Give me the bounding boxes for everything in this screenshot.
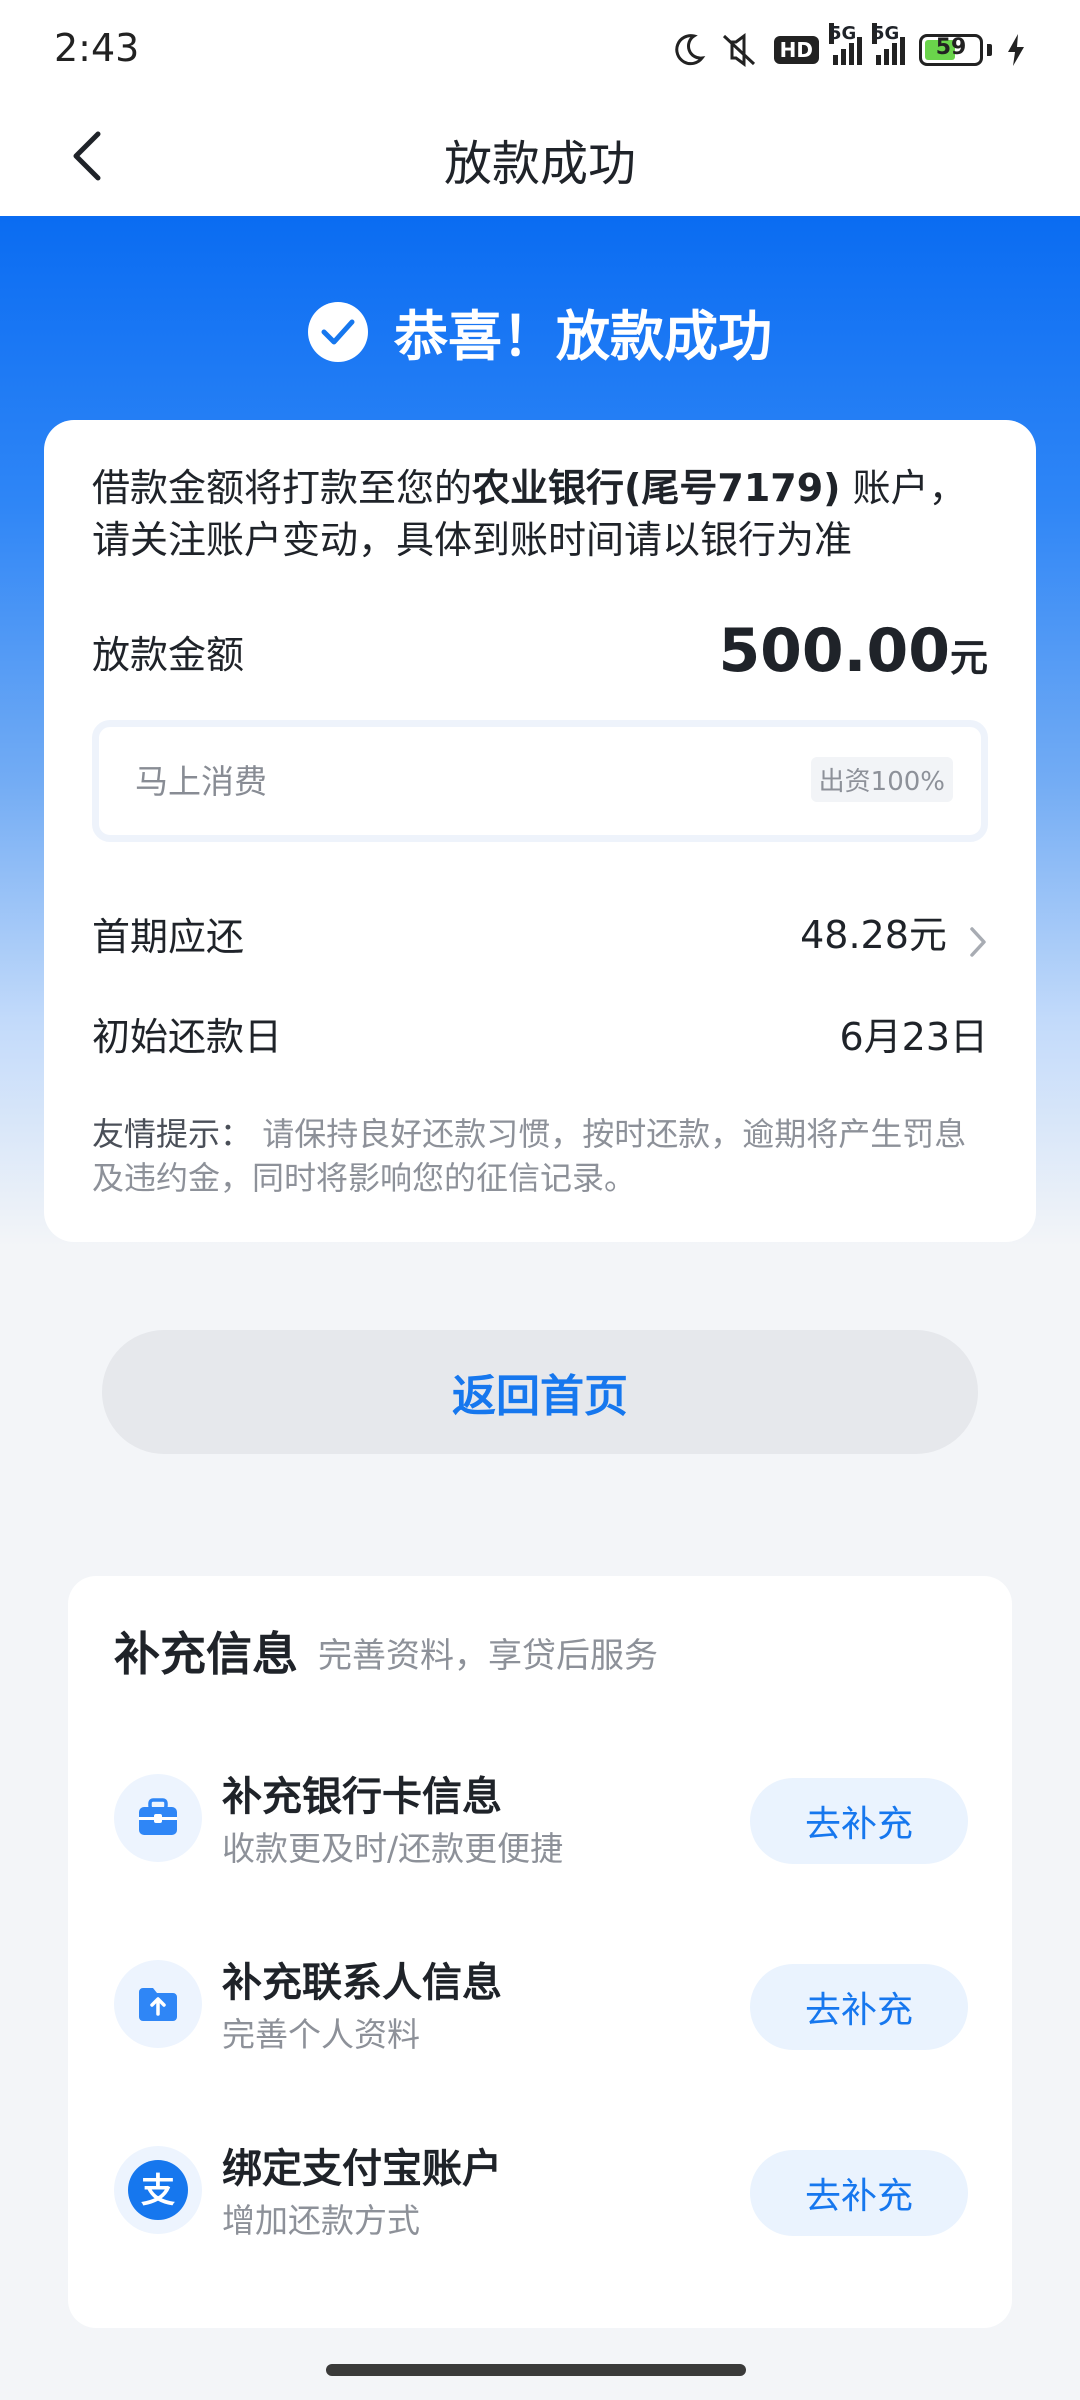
amount-row: 放款金额 500.00元 — [92, 616, 988, 686]
lender-share-badge: 出资100% — [810, 757, 953, 802]
mute-icon — [720, 32, 760, 68]
chevron-right-icon — [968, 925, 988, 963]
return-home-button[interactable]: 返回首页 — [102, 1330, 978, 1454]
home-indicator[interactable] — [326, 2364, 746, 2376]
start-date-row: 初始还款日 6月23日 — [92, 1006, 988, 1061]
network-label-1: 5G — [829, 23, 857, 44]
loan-summary-card: 借款金额将打款至您的农业银行(尾号7179) 账户，请关注账户变动，具体到账时间… — [44, 420, 1036, 1242]
start-date-value: 6月23日 — [839, 1015, 988, 1059]
battery-icon: 59 — [919, 34, 983, 66]
list-item-contact: 补充联系人信息 完善个人资料 去补充 — [114, 1948, 968, 2058]
add-bank-card-button[interactable]: 去补充 — [750, 1778, 968, 1864]
moon-icon — [670, 32, 706, 68]
battery-tip — [987, 44, 992, 56]
battery-level: 59 — [935, 35, 967, 60]
alipay-icon: 支 — [114, 2146, 202, 2234]
svg-text:支: 支 — [141, 2171, 175, 2211]
status-icons: HD 5G 5G 59 — [670, 23, 1026, 72]
hd-icon: HD — [773, 36, 819, 64]
tip-label: 友情提示： — [92, 1115, 253, 1153]
start-date-label: 初始还款日 — [92, 1015, 283, 1059]
lender-box: 马上消费 出资100% — [92, 720, 988, 842]
list-item-bank-card: 补充银行卡信息 收款更及时/还款更便捷 去补充 — [114, 1762, 968, 1872]
item-desc: 收款更及时/还款更便捷 — [222, 1829, 564, 1868]
extra-info-subtitle: 完善资料，享贷后服务 — [318, 1636, 658, 1676]
friendly-tip: 友情提示： 请保持良好还款习惯，按时还款，逾期将产生罚息及违约金，同时将影响您的… — [92, 1112, 988, 1200]
item-title: 补充银行卡信息 — [222, 1774, 502, 1820]
amount-display: 500.00元 — [718, 616, 988, 686]
bind-alipay-button[interactable]: 去补充 — [750, 2150, 968, 2236]
first-repayment-row[interactable]: 首期应还 48.28元 — [92, 904, 988, 963]
status-bar: 2:43 HD 5G 5G 59 — [0, 0, 1080, 100]
charging-icon — [1006, 34, 1026, 66]
list-item-alipay: 支 绑定支付宝账户 增加还款方式 去补充 — [114, 2134, 968, 2244]
success-header: 恭喜！放款成功 — [0, 292, 1080, 371]
item-title: 补充联系人信息 — [222, 1960, 502, 2006]
notice-text-pre: 借款金额将打款至您的 — [92, 466, 473, 510]
first-repay-value: 48.28元 — [800, 913, 947, 957]
briefcase-icon — [114, 1774, 202, 1862]
page-title: 放款成功 — [443, 136, 636, 192]
first-repay-display: 48.28元 — [800, 904, 988, 963]
extra-info-title: 补充信息 — [114, 1627, 298, 1681]
notice-bank: 农业银行(尾号7179) — [472, 466, 841, 510]
first-repay-label: 首期应还 — [92, 914, 245, 959]
amount-unit: 元 — [949, 636, 988, 680]
nav-bar: 放款成功 — [0, 100, 1080, 216]
status-time: 2:43 — [54, 26, 140, 70]
item-desc: 完善个人资料 — [222, 2015, 420, 2054]
item-title: 绑定支付宝账户 — [222, 2146, 502, 2192]
folder-upload-icon — [114, 1960, 202, 2048]
amount-label: 放款金额 — [92, 632, 245, 677]
success-title: 恭喜！放款成功 — [394, 305, 772, 368]
extra-info-card: 补充信息 完善资料，享贷后服务 补充银行卡信息 收款更及时/还款更便捷 去补充 … — [68, 1576, 1012, 2328]
network-label-2: 5G — [872, 23, 900, 44]
lender-name: 马上消费 — [135, 762, 267, 801]
add-contact-button[interactable]: 去补充 — [750, 1964, 968, 2050]
item-desc: 增加还款方式 — [222, 2201, 420, 2240]
disbursement-notice: 借款金额将打款至您的农业银行(尾号7179) 账户，请关注账户变动，具体到账时间… — [92, 462, 988, 566]
amount-value: 500.00 — [718, 616, 950, 686]
signal-icon: 5G — [872, 23, 905, 65]
signal-icon: 5G — [829, 23, 862, 65]
check-circle-icon — [308, 301, 368, 362]
